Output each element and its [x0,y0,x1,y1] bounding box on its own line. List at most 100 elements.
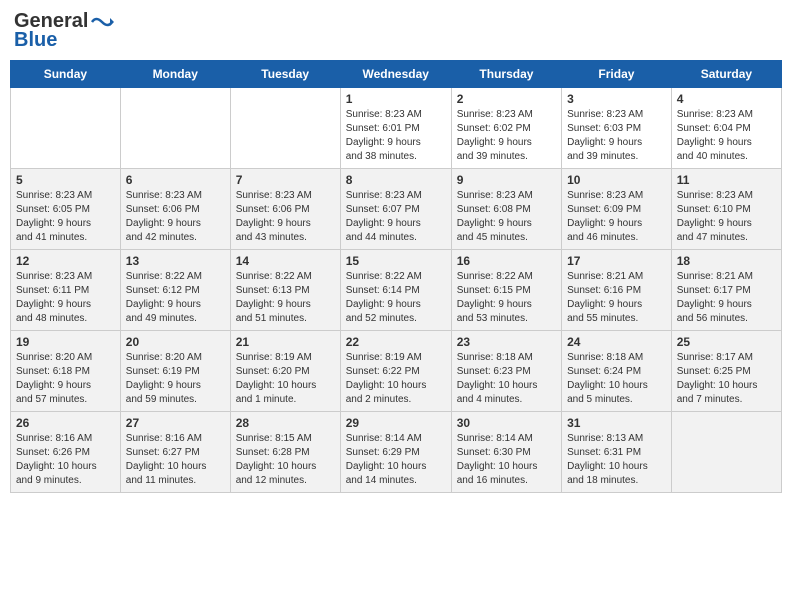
day-header-saturday: Saturday [671,61,781,88]
day-header-thursday: Thursday [451,61,561,88]
day-number: 16 [457,254,556,268]
day-number: 23 [457,335,556,349]
calendar-cell [671,412,781,493]
calendar-cell: 11 Sunrise: 8:23 AM Sunset: 6:10 PM Dayli… [671,169,781,250]
day-number: 8 [346,173,446,187]
day-number: 17 [567,254,666,268]
calendar-cell: 15Sunrise: 8:22 AM Sunset: 6:14 PM Dayli… [340,250,451,331]
day-header-friday: Friday [562,61,672,88]
day-number: 2 [457,92,556,106]
day-number: 6 [126,173,225,187]
day-number: 29 [346,416,446,430]
day-info: Sunrise: 8:23 AM Sunset: 6:06 PM Dayligh… [236,189,335,245]
day-info: Sunrise: 8:22 AM Sunset: 6:15 PM Dayligh… [457,270,556,326]
calendar-cell: 6 Sunrise: 8:23 AM Sunset: 6:06 PM Daylig… [120,169,230,250]
calendar-cell: 8 Sunrise: 8:23 AM Sunset: 6:07 PM Daylig… [340,169,451,250]
day-number: 31 [567,416,666,430]
day-number: 12 [16,254,115,268]
day-number: 26 [16,416,115,430]
calendar-cell: 5Sunrise: 8:23 AM Sunset: 6:05 PM Daylig… [11,169,121,250]
calendar-cell: 2 Sunrise: 8:23 AM Sunset: 6:02 PM Daylig… [451,88,561,169]
day-number: 18 [677,254,776,268]
calendar-cell: 27 Sunrise: 8:16 AM Sunset: 6:27 PM Dayli… [120,412,230,493]
calendar-cell: 16 Sunrise: 8:22 AM Sunset: 6:15 PM Dayli… [451,250,561,331]
day-number: 25 [677,335,776,349]
day-number: 11 [677,173,776,187]
day-info: Sunrise: 8:23 AM Sunset: 6:04 PM Dayligh… [677,108,776,164]
calendar-week-row: 26 Sunrise: 8:16 AM Sunset: 6:26 PM Dayli… [11,412,782,493]
day-info: Sunrise: 8:16 AM Sunset: 6:27 PM Dayligh… [126,432,225,488]
day-number: 21 [236,335,335,349]
calendar-cell [120,88,230,169]
day-number: 4 [677,92,776,106]
day-number: 19 [16,335,115,349]
calendar-cell: 19Sunrise: 8:20 AM Sunset: 6:18 PM Dayli… [11,331,121,412]
day-info: Sunrise: 8:19 AM Sunset: 6:20 PM Dayligh… [236,351,335,407]
calendar-cell: 7Sunrise: 8:23 AM Sunset: 6:06 PM Daylig… [230,169,340,250]
day-number: 20 [126,335,225,349]
day-number: 27 [126,416,225,430]
calendar-cell: 20Sunrise: 8:20 AM Sunset: 6:19 PM Dayli… [120,331,230,412]
day-number: 15 [346,254,446,268]
calendar-cell [230,88,340,169]
day-number: 13 [126,254,225,268]
calendar-cell: 31 Sunrise: 8:13 AM Sunset: 6:31 PM Dayli… [562,412,672,493]
day-info: Sunrise: 8:16 AM Sunset: 6:26 PM Dayligh… [16,432,115,488]
day-number: 1 [346,92,446,106]
calendar-cell: 12Sunrise: 8:23 AM Sunset: 6:11 PM Dayli… [11,250,121,331]
calendar-cell: 25Sunrise: 8:17 AM Sunset: 6:25 PM Dayli… [671,331,781,412]
calendar-week-row: 19Sunrise: 8:20 AM Sunset: 6:18 PM Dayli… [11,331,782,412]
page-header: General Blue [10,10,782,52]
calendar-header-row: SundayMondayTuesdayWednesdayThursdayFrid… [11,61,782,88]
day-number: 3 [567,92,666,106]
calendar-cell: 22Sunrise: 8:19 AM Sunset: 6:22 PM Dayli… [340,331,451,412]
calendar-week-row: 12Sunrise: 8:23 AM Sunset: 6:11 PM Dayli… [11,250,782,331]
day-info: Sunrise: 8:23 AM Sunset: 6:01 PM Dayligh… [346,108,446,164]
day-info: Sunrise: 8:23 AM Sunset: 6:03 PM Dayligh… [567,108,666,164]
day-number: 14 [236,254,335,268]
calendar-week-row: 1 Sunrise: 8:23 AM Sunset: 6:01 PM Daylig… [11,88,782,169]
day-number: 9 [457,173,556,187]
calendar-cell: 9 Sunrise: 8:23 AM Sunset: 6:08 PM Daylig… [451,169,561,250]
calendar-cell: 26 Sunrise: 8:16 AM Sunset: 6:26 PM Dayli… [11,412,121,493]
calendar-cell: 13 Sunrise: 8:22 AM Sunset: 6:12 PM Dayli… [120,250,230,331]
calendar-cell: 17 Sunrise: 8:21 AM Sunset: 6:16 PM Dayli… [562,250,672,331]
day-info: Sunrise: 8:23 AM Sunset: 6:05 PM Dayligh… [16,189,115,245]
day-info: Sunrise: 8:14 AM Sunset: 6:29 PM Dayligh… [346,432,446,488]
day-info: Sunrise: 8:23 AM Sunset: 6:09 PM Dayligh… [567,189,666,245]
day-info: Sunrise: 8:21 AM Sunset: 6:16 PM Dayligh… [567,270,666,326]
day-info: Sunrise: 8:21 AM Sunset: 6:17 PM Dayligh… [677,270,776,326]
day-number: 30 [457,416,556,430]
logo-wave-icon [90,14,114,30]
day-info: Sunrise: 8:18 AM Sunset: 6:23 PM Dayligh… [457,351,556,407]
day-info: Sunrise: 8:23 AM Sunset: 6:06 PM Dayligh… [126,189,225,245]
calendar-cell: 18 Sunrise: 8:21 AM Sunset: 6:17 PM Dayli… [671,250,781,331]
day-info: Sunrise: 8:13 AM Sunset: 6:31 PM Dayligh… [567,432,666,488]
day-info: Sunrise: 8:14 AM Sunset: 6:30 PM Dayligh… [457,432,556,488]
day-number: 24 [567,335,666,349]
calendar-week-row: 5Sunrise: 8:23 AM Sunset: 6:05 PM Daylig… [11,169,782,250]
calendar-cell: 28Sunrise: 8:15 AM Sunset: 6:28 PM Dayli… [230,412,340,493]
day-info: Sunrise: 8:15 AM Sunset: 6:28 PM Dayligh… [236,432,335,488]
calendar-cell: 24 Sunrise: 8:18 AM Sunset: 6:24 PM Dayli… [562,331,672,412]
day-info: Sunrise: 8:23 AM Sunset: 6:07 PM Dayligh… [346,189,446,245]
day-info: Sunrise: 8:23 AM Sunset: 6:02 PM Dayligh… [457,108,556,164]
day-number: 22 [346,335,446,349]
day-header-wednesday: Wednesday [340,61,451,88]
logo-blue-text: Blue [14,29,57,52]
day-info: Sunrise: 8:23 AM Sunset: 6:10 PM Dayligh… [677,189,776,245]
calendar-cell: 23 Sunrise: 8:18 AM Sunset: 6:23 PM Dayli… [451,331,561,412]
calendar-cell: 10 Sunrise: 8:23 AM Sunset: 6:09 PM Dayli… [562,169,672,250]
day-header-tuesday: Tuesday [230,61,340,88]
logo: General Blue [14,10,114,52]
calendar-cell: 1 Sunrise: 8:23 AM Sunset: 6:01 PM Daylig… [340,88,451,169]
day-number: 10 [567,173,666,187]
day-info: Sunrise: 8:18 AM Sunset: 6:24 PM Dayligh… [567,351,666,407]
day-header-monday: Monday [120,61,230,88]
calendar-cell: 30 Sunrise: 8:14 AM Sunset: 6:30 PM Dayli… [451,412,561,493]
calendar-table: SundayMondayTuesdayWednesdayThursdayFrid… [10,60,782,493]
calendar-cell: 14Sunrise: 8:22 AM Sunset: 6:13 PM Dayli… [230,250,340,331]
calendar-cell: 4 Sunrise: 8:23 AM Sunset: 6:04 PM Daylig… [671,88,781,169]
day-info: Sunrise: 8:22 AM Sunset: 6:12 PM Dayligh… [126,270,225,326]
day-info: Sunrise: 8:23 AM Sunset: 6:08 PM Dayligh… [457,189,556,245]
